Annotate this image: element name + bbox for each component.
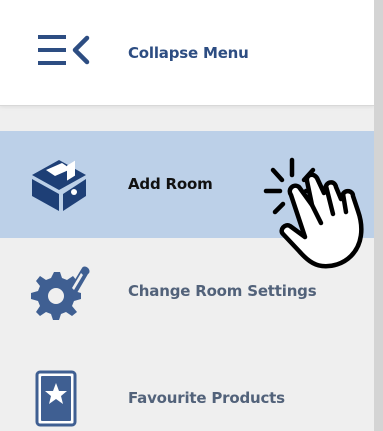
collapse-menu-label: Collapse Menu	[128, 44, 249, 62]
menu-item-add-room[interactable]: Add Room	[0, 131, 374, 238]
menu-screen: Collapse Menu Add Room Change Room Setti…	[0, 0, 383, 431]
menu-item-change-room-settings-label: Change Room Settings	[128, 282, 317, 300]
favourite-products-icon	[28, 369, 90, 427]
menu-item-change-room-settings[interactable]: Change Room Settings	[0, 238, 374, 345]
side-menu-panel: Collapse Menu Add Room Change Room Setti…	[0, 0, 374, 431]
menu-item-favourite-products[interactable]: Favourite Products	[0, 345, 374, 431]
menu-scrollbar[interactable]	[374, 0, 383, 431]
add-room-icon	[28, 155, 90, 213]
collapse-menu-header[interactable]: Collapse Menu	[0, 0, 374, 106]
menu-item-add-room-label: Add Room	[128, 175, 213, 193]
collapse-menu-icon	[38, 33, 90, 67]
room-settings-icon	[28, 262, 90, 320]
menu-item-favourite-products-label: Favourite Products	[128, 389, 285, 407]
